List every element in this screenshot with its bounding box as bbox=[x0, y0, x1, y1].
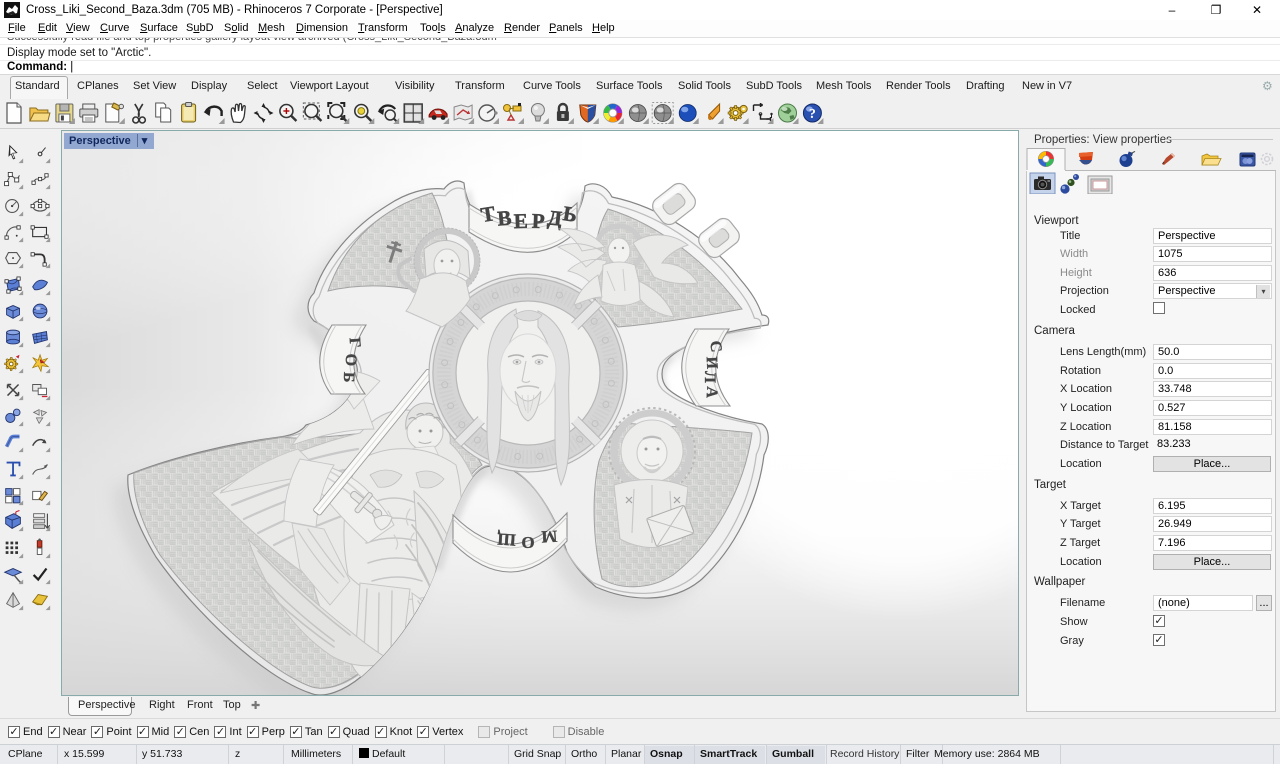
svg-text:Е: Е bbox=[513, 209, 528, 233]
svg-text:О: О bbox=[342, 354, 359, 367]
svg-text:А: А bbox=[703, 386, 721, 399]
svg-text:Б: Б bbox=[340, 372, 357, 383]
svg-text:Р: Р bbox=[531, 209, 545, 233]
svg-text:М: М bbox=[541, 527, 558, 547]
svg-text:?: ? bbox=[809, 107, 816, 122]
svg-text:Щ: Щ bbox=[496, 529, 516, 549]
svg-text:Г: Г bbox=[346, 337, 364, 348]
svg-text:В: В bbox=[496, 205, 512, 230]
svg-text:О: О bbox=[521, 533, 534, 552]
svg-text:С: С bbox=[706, 340, 724, 353]
svg-text:И: И bbox=[703, 356, 721, 370]
svg-text:Л: Л bbox=[701, 371, 718, 383]
